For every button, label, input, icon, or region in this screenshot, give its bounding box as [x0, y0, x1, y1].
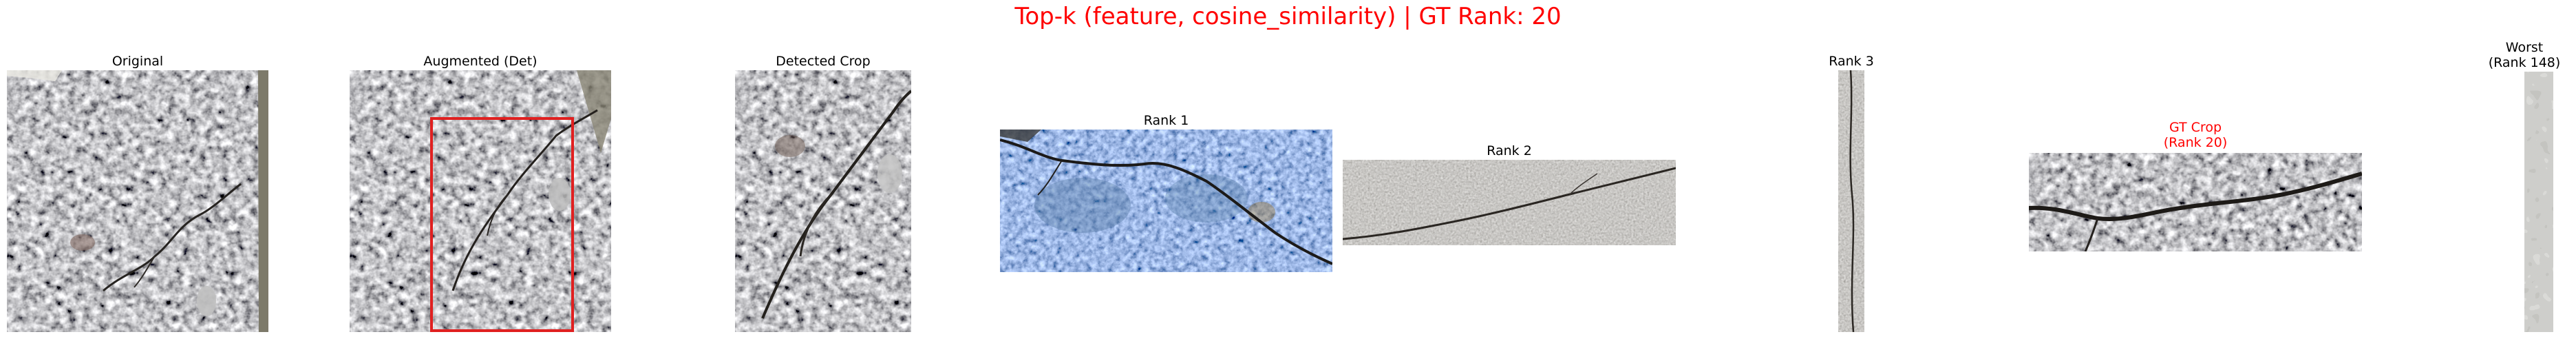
rank3-image [1838, 70, 1864, 332]
original-image [7, 70, 268, 332]
panel-title-rank3: Rank 3 [1829, 54, 1874, 69]
panel-title-original: Original [111, 54, 164, 69]
panel-title-detected: Detected Crop [776, 54, 871, 69]
panel-title-rank1: Rank 1 [1143, 113, 1189, 128]
detected-crop-image [735, 70, 911, 332]
panel-title-gt-line1: GT Crop [2169, 120, 2222, 135]
gt-crop-image [2029, 153, 2362, 251]
augmented-image [350, 70, 611, 332]
panel-title-gt-line2: (Rank 20) [2163, 135, 2228, 150]
panel-title-augmented: Augmented (Det) [423, 54, 537, 69]
rank1-image [1000, 130, 1332, 272]
figure-title: Top-k (feature, cosine_similarity) | GT … [1014, 3, 1562, 30]
panel-title-worst-line2: (Rank 148) [2488, 55, 2561, 70]
rank2-image [1343, 160, 1676, 245]
panel-title-rank2: Rank 2 [1487, 143, 1532, 158]
panel-title-worst-line1: Worst [2505, 40, 2544, 55]
worst-image [2524, 72, 2553, 332]
